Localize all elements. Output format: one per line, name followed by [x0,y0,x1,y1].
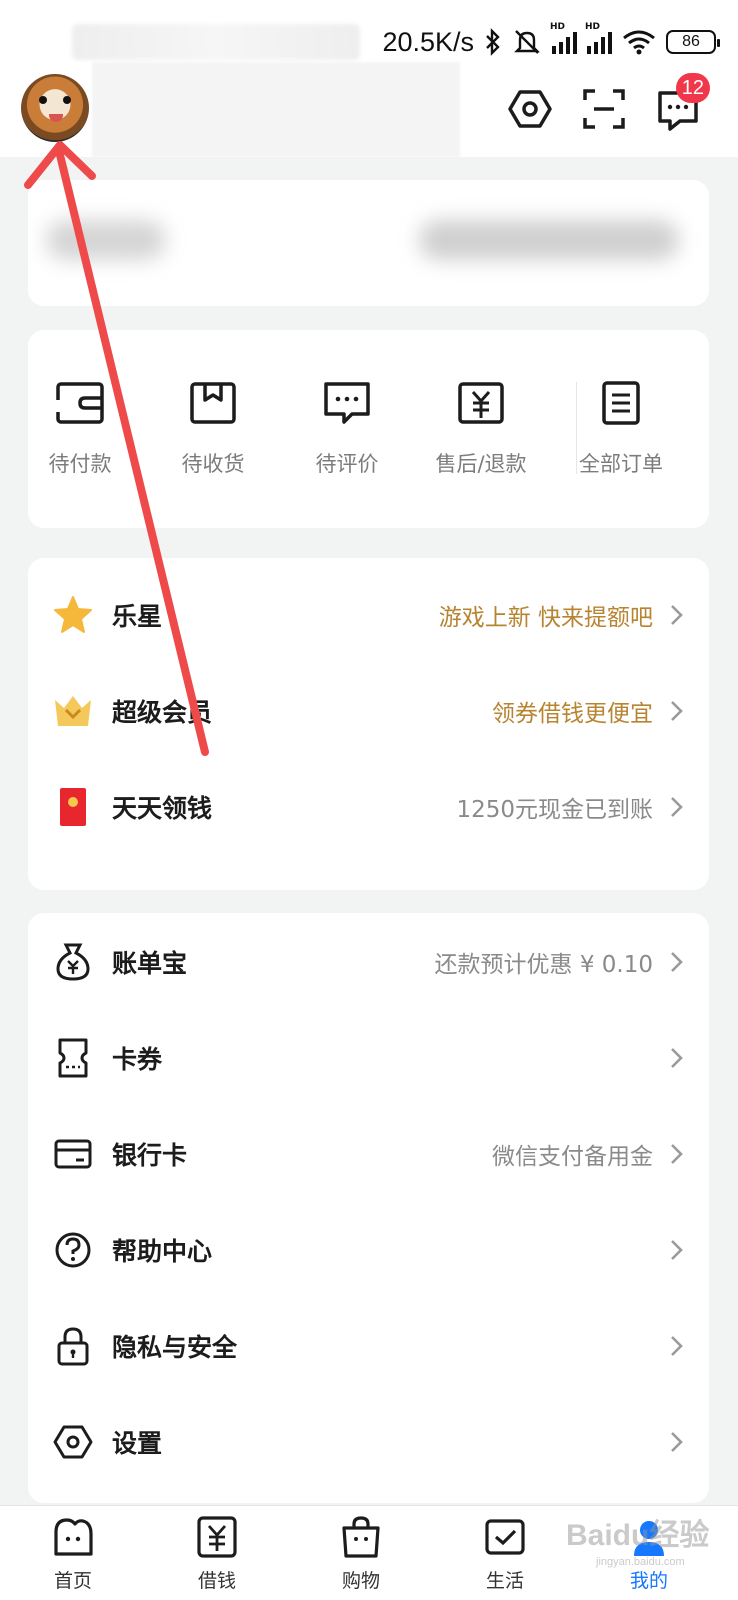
chevron-right-icon [671,605,683,625]
row-label: 账单宝 [112,948,188,978]
row-value: 微信支付备用金 [492,1143,653,1170]
row-value: 还款预计优惠 ¥ 0.10 [434,951,653,978]
row-value: 领券借钱更便宜 [492,700,653,727]
hexagon-settings-icon [508,90,552,128]
chevron-right-icon [671,1432,683,1452]
order-label: 待付款 [48,452,112,476]
wallet-icon [56,382,104,424]
shopping-bag-icon [342,1516,380,1558]
nav-loan[interactable]: 借钱 [167,1514,267,1593]
avatar[interactable] [21,74,89,142]
row-value: 1250元现金已到账 [456,796,653,823]
row-label: 银行卡 [112,1140,188,1170]
row-label: 乐星 [112,601,163,631]
row-label: 帮助中心 [112,1236,213,1266]
help-icon [52,1229,94,1271]
life-icon [485,1519,525,1555]
refund-icon [458,382,504,424]
service-row-bill-treasure[interactable]: 账单宝 还款预计优惠 ¥ 0.10 [28,913,709,1010]
chevron-right-icon [671,1048,683,1068]
nav-label: 首页 [53,1570,92,1592]
comment-icon [324,382,370,424]
order-all[interactable]: 全部订单 [561,380,681,478]
signal-1-icon: HD [550,22,577,54]
status-icons: 20.5K/s HD HD 86 [382,22,720,62]
network-speed: 20.5K/s [382,26,474,57]
username-redacted [92,62,460,157]
promotions-card: 乐星 游戏上新 快来提额吧 超级会员 领券借钱更便宜 天天领钱 1250元现金已… [28,558,709,890]
order-label: 全部订单 [579,452,663,476]
status-bar-redacted [72,24,360,60]
bluetooth-icon [486,28,500,56]
order-pending-review[interactable]: 待评价 [287,380,407,478]
service-row-settings[interactable]: 设置 [28,1393,709,1490]
loan-icon [197,1516,237,1558]
settings-button[interactable] [508,87,552,131]
nav-label: 购物 [341,1570,380,1592]
signal-2-icon: HD [585,22,612,54]
nav-label: 我的 [629,1570,668,1592]
account-summary-card[interactable] [28,180,709,306]
order-pending-receipt[interactable]: 待收货 [153,380,273,478]
order-label: 待评价 [315,452,379,476]
service-row-coupons[interactable]: 卡券 [28,1009,709,1106]
orders-card: 待付款 待收货 待评价 售后/退款 全部订单 [28,330,709,528]
nav-home[interactable]: 首页 [23,1514,123,1593]
battery-indicator: 86 [666,30,720,54]
wifi-icon [623,30,655,55]
nav-label: 生活 [485,1570,524,1592]
crown-icon [52,690,94,732]
service-row-help-center[interactable]: 帮助中心 [28,1201,709,1298]
row-label: 隐私与安全 [112,1332,238,1362]
order-pending-payment[interactable]: 待付款 [20,380,140,478]
order-label: 待收货 [181,452,245,476]
chevron-right-icon [671,1144,683,1164]
services-card: 账单宝 还款预计优惠 ¥ 0.10 卡券 银行卡 微信支付备用金 帮助中心 隐私… [28,913,709,1503]
bank-card-icon [52,1133,94,1175]
order-label: 售后/退款 [435,452,527,476]
mute-alarm-icon [514,30,540,54]
promo-row-daily-cash[interactable]: 天天领钱 1250元现金已到账 [28,758,709,855]
messages-button[interactable]: 12 [656,73,710,131]
box-icon [190,382,236,424]
home-icon [54,1518,93,1556]
order-after-sales[interactable]: 售后/退款 [421,380,541,478]
scan-icon [583,89,625,129]
coupon-icon [52,1037,94,1079]
money-bag-icon [52,941,94,983]
profile-header: 12 [0,62,738,157]
redacted-block [46,220,166,260]
header-actions: 12 [508,73,710,131]
chevron-right-icon [671,1336,683,1356]
row-label: 超级会员 [112,697,213,727]
row-label: 卡券 [112,1044,163,1074]
row-label: 设置 [112,1428,163,1458]
message-count-badge: 12 [675,73,710,103]
row-label: 天天领钱 [112,793,213,823]
red-envelope-icon [52,786,94,828]
chevron-right-icon [671,1240,683,1260]
chevron-right-icon [671,952,683,972]
promo-row-super-member[interactable]: 超级会员 领券借钱更便宜 [28,662,709,759]
nav-life[interactable]: 生活 [455,1514,555,1593]
settings-icon [52,1421,94,1463]
chevron-right-icon [671,701,683,721]
nav-label: 借钱 [197,1570,236,1592]
row-value: 游戏上新 快来提额吧 [438,604,653,631]
promo-row-lexing[interactable]: 乐星 游戏上新 快来提额吧 [28,566,709,663]
order-list-icon [602,381,640,425]
scan-button[interactable] [582,87,626,131]
service-row-privacy-security[interactable]: 隐私与安全 [28,1297,709,1394]
chevron-right-icon [671,797,683,817]
lock-icon [52,1325,94,1367]
watermark: Baidu经验 jingyan.baidu.com [566,1519,710,1568]
star-icon [52,594,94,636]
service-row-bank-card[interactable]: 银行卡 微信支付备用金 [28,1105,709,1202]
redacted-block [419,220,679,260]
nav-shopping[interactable]: 购物 [311,1514,411,1593]
